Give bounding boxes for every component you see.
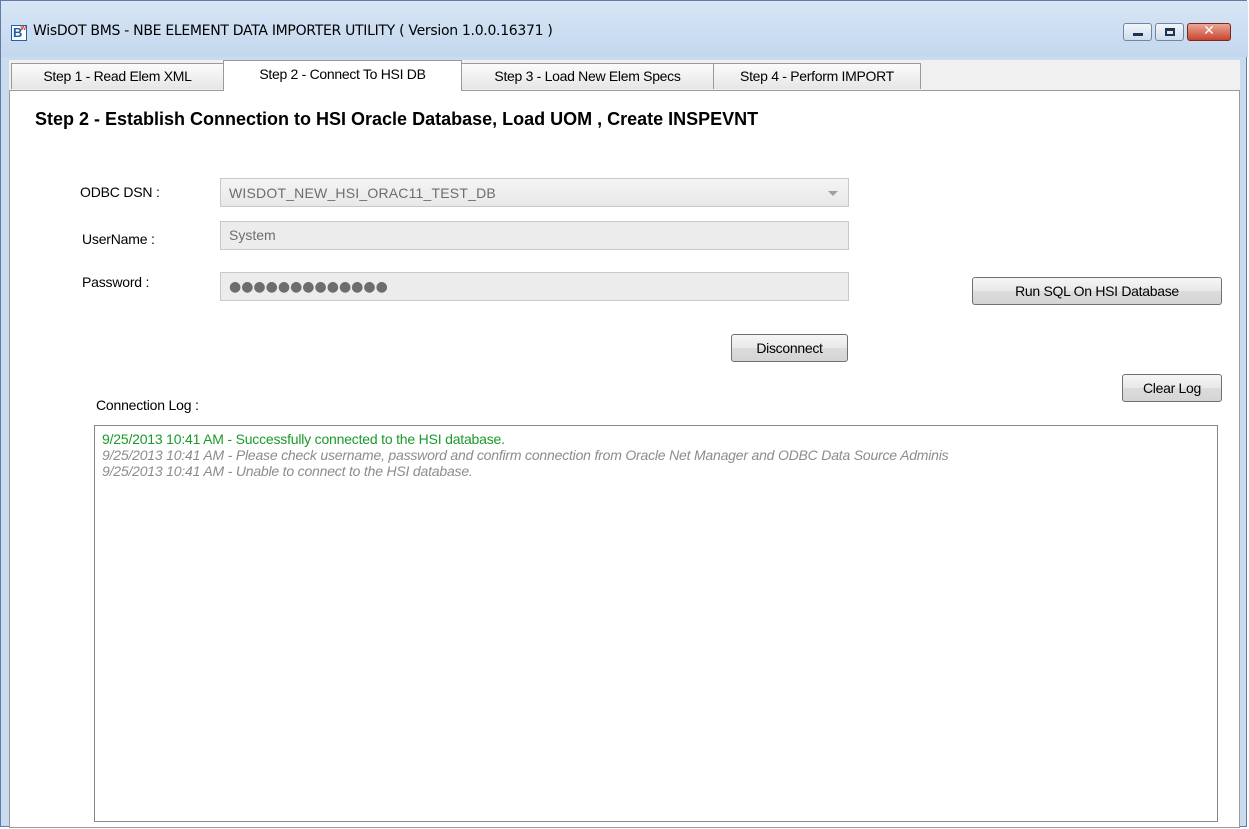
password-value: ●●●●●●●●●●●●● bbox=[229, 279, 388, 295]
tab-step-2-connect-to-hsi-db[interactable]: Step 2 - Connect To HSI DB bbox=[223, 60, 462, 91]
connection-log-label: Connection Log : bbox=[96, 397, 199, 413]
close-button[interactable]: ✕ bbox=[1187, 23, 1231, 41]
chevron-down-icon[interactable] bbox=[828, 191, 838, 196]
username-label: UserName : bbox=[82, 231, 155, 247]
title-bar[interactable]: B W WisDOT BMS - NBE ELEMENT DATA IMPORT… bbox=[1, 1, 1248, 57]
run-sql-button[interactable]: Run SQL On HSI Database bbox=[972, 277, 1222, 305]
password-label: Password : bbox=[82, 274, 150, 290]
odbc-dsn-label: ODBC DSN : bbox=[80, 184, 160, 200]
maximize-icon bbox=[1165, 28, 1175, 36]
page-heading: Step 2 - Establish Connection to HSI Ora… bbox=[35, 109, 759, 129]
minimize-icon bbox=[1133, 33, 1143, 36]
clear-log-button[interactable]: Clear Log bbox=[1122, 374, 1222, 402]
odbc-dsn-select[interactable]: WISDOT_NEW_HSI_ORAC11_TEST_DB bbox=[220, 178, 849, 207]
odbc-dsn-value: WISDOT_NEW_HSI_ORAC11_TEST_DB bbox=[229, 185, 496, 201]
username-value: System bbox=[229, 227, 276, 243]
window-controls: ✕ bbox=[1120, 23, 1231, 41]
tab-step-4-perform-import[interactable]: Step 4 - Perform IMPORT bbox=[713, 63, 921, 89]
close-icon: ✕ bbox=[1203, 23, 1215, 39]
app-icon[interactable]: B W bbox=[11, 25, 27, 41]
maximize-button[interactable] bbox=[1155, 23, 1184, 41]
log-line: 9/25/2013 10:41 AM - Successfully connec… bbox=[102, 431, 505, 447]
connection-log[interactable]: 9/25/2013 10:41 AM - Successfully connec… bbox=[94, 425, 1218, 822]
window-title: WisDOT BMS - NBE ELEMENT DATA IMPORTER U… bbox=[33, 23, 553, 39]
app-icon-suffix: W bbox=[20, 26, 26, 32]
tab-bar: Step 1 - Read Elem XML Step 2 - Connect … bbox=[9, 60, 1240, 91]
tab-step-1-read-elem-xml[interactable]: Step 1 - Read Elem XML bbox=[11, 63, 224, 89]
log-line: 9/25/2013 10:41 AM - Unable to connect t… bbox=[102, 463, 473, 479]
log-line: 9/25/2013 10:41 AM - Please check userna… bbox=[102, 447, 949, 463]
tab-step-3-load-new-elem-specs[interactable]: Step 3 - Load New Elem Specs bbox=[461, 63, 714, 89]
disconnect-button[interactable]: Disconnect bbox=[731, 334, 848, 362]
minimize-button[interactable] bbox=[1123, 23, 1152, 41]
tab-page-step-2: Step 2 - Establish Connection to HSI Ora… bbox=[9, 90, 1240, 828]
app-window: B W WisDOT BMS - NBE ELEMENT DATA IMPORT… bbox=[0, 0, 1248, 828]
client-area: Step 1 - Read Elem XML Step 2 - Connect … bbox=[9, 60, 1240, 828]
password-field[interactable]: ●●●●●●●●●●●●● bbox=[220, 272, 849, 301]
username-field[interactable]: System bbox=[220, 221, 849, 250]
